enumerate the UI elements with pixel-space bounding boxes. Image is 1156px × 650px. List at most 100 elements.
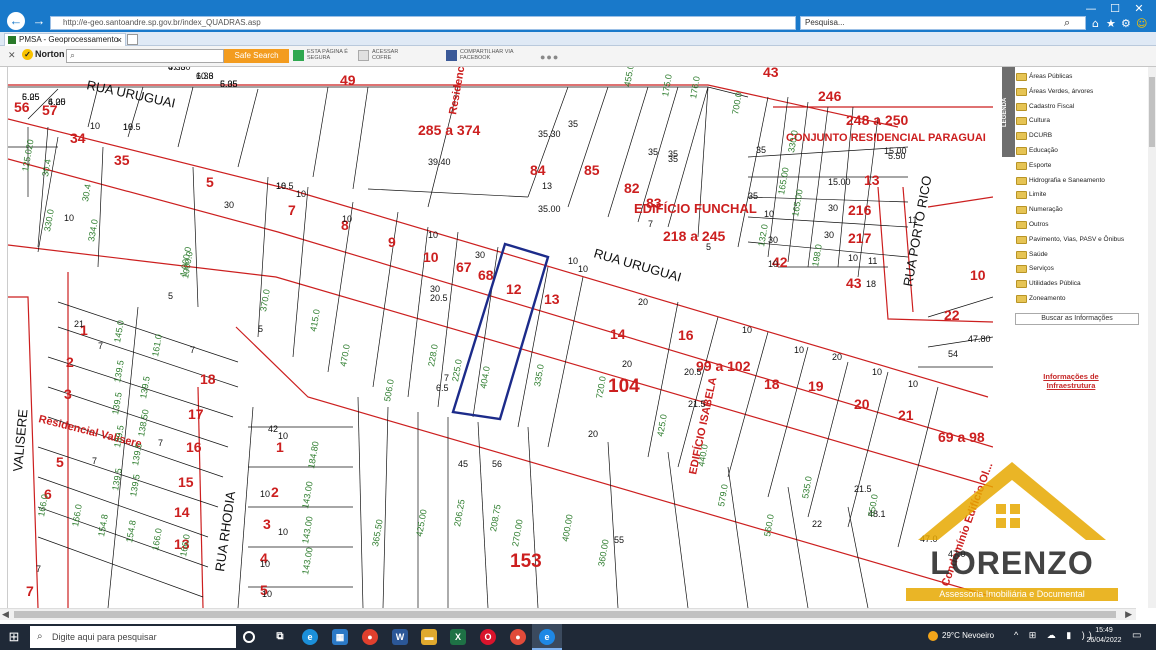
legend-item[interactable]: Pavimento, Vias, PASV e Ônibus [1016, 235, 1124, 249]
back-icon[interactable]: ← [7, 12, 25, 30]
area-label: 198.0 [810, 243, 824, 267]
home-icon[interactable]: ⌂ [1092, 17, 1099, 30]
legend-item[interactable]: Esporte [1016, 161, 1051, 175]
dimension-label: 20 [622, 359, 632, 369]
tab-geoprocessamento[interactable]: PMSA - Geoprocessamento × [4, 33, 126, 46]
legend-item[interactable]: Áreas Públicas [1016, 72, 1072, 86]
gear-icon[interactable]: ⚙ [1121, 17, 1131, 30]
legend-item[interactable]: Zoneamento [1016, 294, 1066, 308]
lot-number: 68 [478, 267, 494, 283]
lot-number: 99 a 102 [696, 358, 751, 374]
legend-item[interactable]: Utilidades Pública [1016, 279, 1081, 293]
internet-explorer-taskbar-button[interactable]: e [532, 624, 562, 650]
scroll-thumb[interactable] [14, 611, 1116, 618]
legend-item[interactable]: Áreas Verdes, árvores [1016, 87, 1093, 101]
logo-name: LORENZO [930, 545, 1094, 581]
legend-item[interactable]: DCURB [1016, 131, 1052, 145]
legend-item[interactable]: Cultura [1016, 116, 1050, 130]
safe-search-button[interactable]: Safe Search [224, 49, 289, 63]
chrome-icon[interactable]: ● [362, 629, 378, 645]
taskbar-search-input[interactable]: ⌕ Digite aqui para pesquisar [30, 626, 236, 648]
edge-icon[interactable]: e [302, 629, 318, 645]
teams-icon[interactable]: ▦ [332, 629, 348, 645]
browser-window: — ☐ ✕ ← → http://e-geo.santoandre.sp.gov… [0, 0, 1156, 650]
notification-icon[interactable]: ▭ [1132, 630, 1141, 641]
more-icon[interactable]: ●●● [540, 52, 559, 62]
minimize-button[interactable]: — [1080, 2, 1102, 16]
opera-icon[interactable]: O [480, 629, 496, 645]
close-window-button[interactable]: ✕ [1128, 2, 1150, 16]
dimension-label: 35 [748, 191, 758, 201]
facebook-share-tool[interactable]: COMPARTILHAR VIA FACEBOOK [446, 49, 514, 61]
file-explorer-icon[interactable]: ▬ [421, 629, 437, 645]
legend-item[interactable]: Outros [1016, 220, 1049, 234]
dimension-label: 21.5 [854, 484, 872, 494]
dimension-label: 22 [812, 519, 822, 529]
forward-icon[interactable]: → [30, 12, 48, 30]
scroll-left-icon[interactable]: ◀ [2, 609, 9, 620]
legend-item-label: Saúde [1029, 250, 1048, 258]
dimension-label: 10 [848, 253, 858, 263]
refresh-icon[interactable]: ↻ [786, 16, 795, 29]
dimension-label: 5.05 [220, 79, 238, 89]
cortana-icon[interactable] [243, 631, 255, 643]
dimension-label: 20 [638, 297, 648, 307]
map-viewport[interactable]: RUA URUGUAI RUA URUGUAI RUA PORTO RICO R… [8, 67, 993, 608]
chrome-alt-icon[interactable]: ● [510, 629, 526, 645]
search-input[interactable]: Pesquisa... [800, 16, 1086, 30]
legend-item[interactable]: Educação [1016, 146, 1058, 160]
legend-item[interactable]: Cadastro Fiscal [1016, 102, 1074, 116]
dimension-label: 5 [168, 291, 173, 301]
legend-item[interactable]: Saúde [1016, 250, 1048, 264]
lot-number: 18 [200, 371, 216, 387]
area-label: 166.0 [36, 493, 50, 517]
dropdown-icon[interactable]: ▾ [776, 18, 780, 27]
favorites-icon[interactable]: ★ [1106, 17, 1116, 30]
lot-number: 3 [64, 386, 72, 402]
area-label: 166.0 [70, 503, 84, 527]
dimension-label: 35 [756, 145, 766, 155]
windows-start-icon[interactable]: ⊞ [0, 624, 28, 650]
infrastructure-link[interactable]: Informações de Infraestrutura [1030, 372, 1112, 390]
area-label: 154.8 [124, 519, 138, 543]
legend-item[interactable]: Numeração [1016, 205, 1063, 219]
clock[interactable]: 15:49 26/04/2022 [1084, 626, 1124, 646]
scroll-thumb[interactable] [1149, 77, 1155, 147]
new-tab-button[interactable] [127, 34, 138, 45]
maximize-button[interactable]: ☐ [1104, 2, 1126, 16]
horizontal-scrollbar[interactable]: ◀ ▶ [0, 608, 1136, 620]
search-info-button[interactable]: Buscar as Informações [1015, 313, 1139, 325]
area-label: 125.020 [20, 139, 35, 173]
smiley-icon[interactable]: ☺ [1136, 17, 1147, 30]
address-bar[interactable]: http://e-geo.santoandre.sp.gov.br/index_… [50, 16, 796, 30]
legend-item-label: Cultura [1029, 117, 1050, 125]
close-toolbar-icon[interactable]: ✕ [8, 50, 16, 61]
word-icon[interactable]: W [392, 629, 408, 645]
area-label: 360.00 [596, 538, 611, 567]
dimension-label: 47.80 [968, 334, 991, 344]
weather-widget[interactable]: 29°C Nevoeiro [928, 631, 994, 641]
dimension-label: 7 [92, 456, 97, 466]
norton-logo: ✓ Norton [22, 49, 65, 60]
street-label: RUA URUGUAI [85, 77, 176, 110]
lot-number: 14 [610, 326, 626, 342]
area-label: 335.0 [532, 363, 546, 387]
lot-number: 17 [188, 406, 204, 422]
close-tab-icon[interactable]: × [117, 34, 122, 46]
dimension-label: 11 [908, 215, 917, 225]
legend-item[interactable]: Limite [1016, 190, 1046, 204]
legend-item-label: Áreas Públicas [1029, 73, 1073, 80]
task-view-icon[interactable]: ⧉ [272, 629, 288, 645]
search-icon[interactable]: ⌕ [1064, 16, 1070, 30]
legend-item[interactable]: Hidrografia e Saneamento [1016, 176, 1105, 190]
vault-tool[interactable]: ACESSAR COFRE [358, 49, 398, 61]
legend-tab[interactable]: LEGENDA [1002, 67, 1015, 157]
norton-search-input[interactable]: ⌕ [66, 49, 224, 63]
excel-icon[interactable]: X [450, 629, 466, 645]
vertical-scrollbar[interactable] [1148, 67, 1156, 608]
cadastral-map[interactable]: RUA URUGUAI RUA URUGUAI RUA PORTO RICO R… [8, 67, 993, 608]
safe-page-tool[interactable]: ESTA PÁGINA É SEGURA [293, 49, 348, 61]
dimension-label: 21.5 [688, 399, 706, 409]
legend-item[interactable]: Serviços [1016, 264, 1054, 278]
scroll-right-icon[interactable]: ▶ [1125, 609, 1132, 620]
